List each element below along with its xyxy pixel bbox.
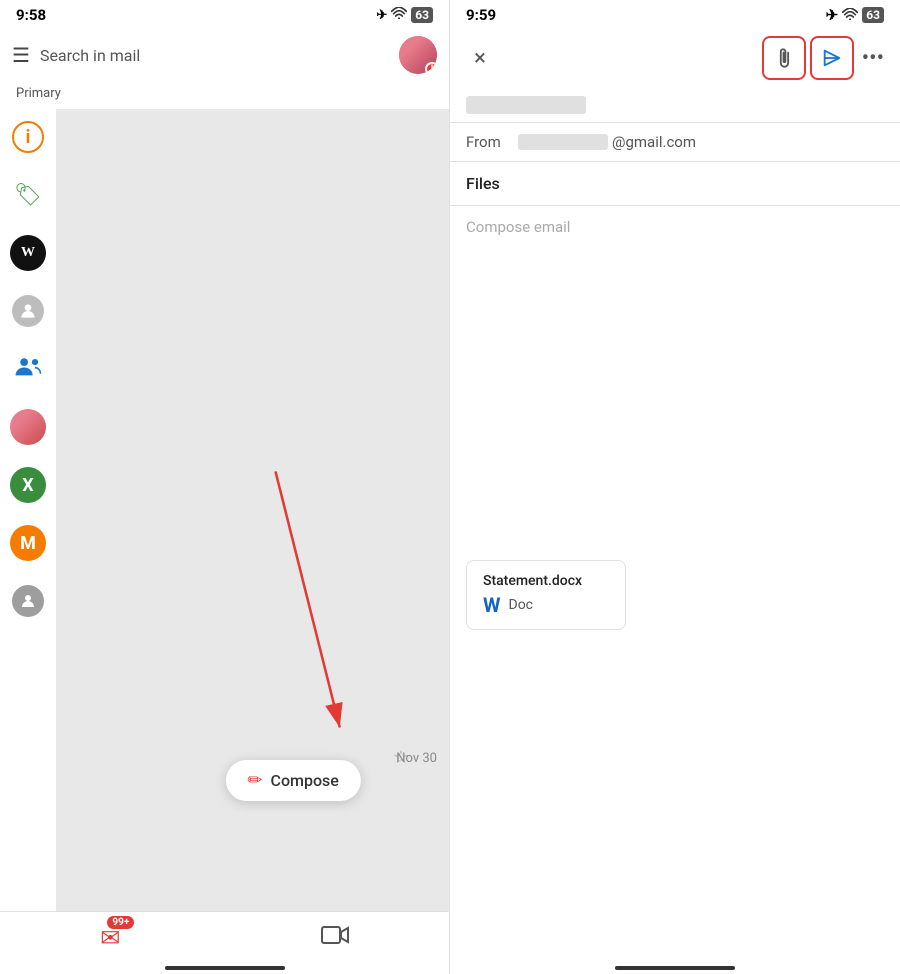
m-icon: M [10, 525, 46, 561]
avatar-left[interactable]: ! [399, 36, 437, 74]
from-label: From [466, 133, 506, 151]
people-icon [14, 355, 42, 383]
airplane-icon-right: ✈ [826, 6, 839, 24]
compose-label: Compose [271, 771, 339, 790]
word-icon: W [483, 593, 501, 617]
sidebar-item-tag[interactable]: 🏷 [8, 175, 48, 215]
more-button[interactable]: ••• [858, 46, 888, 71]
close-button[interactable]: × [462, 46, 498, 71]
sidebar-item-people[interactable] [8, 349, 48, 389]
mail-icon-container: ✉ 99+ [100, 924, 120, 952]
video-nav-item[interactable] [321, 924, 349, 952]
sidebar-item-x[interactable]: X [8, 465, 48, 505]
info-icon: i [12, 121, 44, 153]
airplane-icon-left: ✈ [376, 8, 387, 23]
bottom-nav: ✉ 99+ [0, 911, 449, 960]
email-list-area: i 🏷 W X [0, 109, 449, 911]
x-icon: X [10, 467, 46, 503]
video-icon [321, 924, 349, 952]
status-time-right: 9:59 [466, 6, 496, 24]
home-indicator-left [165, 966, 285, 970]
attachment-type-row: W Doc [483, 593, 609, 617]
right-panel: 9:59 ✈ 63 × ••• From @gmail.com [450, 0, 900, 974]
tag-icon: 🏷 [14, 183, 42, 208]
status-icons-right: ✈ 63 [826, 6, 884, 24]
compose-header: × ••• [450, 28, 900, 88]
sidebar-item-person-gray[interactable] [8, 581, 48, 621]
person-gray-icon [12, 585, 44, 617]
sidebar-icons: i 🏷 W X [0, 109, 56, 911]
from-email-username [518, 134, 608, 150]
pencil-icon: ✏ [247, 770, 262, 791]
colored-avatar-icon [10, 409, 46, 445]
home-indicator-right [615, 966, 735, 970]
files-row: Files [450, 162, 900, 206]
search-input[interactable]: Search in mail [40, 46, 389, 65]
primary-label: Primary [0, 82, 449, 109]
sidebar-item-wp[interactable]: W [8, 233, 48, 273]
mail-nav-item[interactable]: ✉ 99+ [100, 924, 120, 952]
wifi-icon-left [391, 7, 407, 23]
compose-body[interactable]: Compose email [450, 206, 900, 544]
email-thumbnail[interactable]: ✏ Compose ☆ Nov 30 [56, 109, 449, 911]
avatar-error-badge: ! [425, 62, 437, 74]
status-bar-left: 9:58 ✈ 63 [0, 0, 449, 28]
search-bar[interactable]: ☰ Search in mail ! [0, 28, 449, 82]
compose-email-placeholder: Compose email [466, 218, 570, 236]
from-email-domain: @gmail.com [612, 133, 696, 151]
header-actions: ••• [762, 36, 888, 80]
send-button[interactable] [810, 36, 854, 80]
wifi-icon-right [842, 6, 858, 24]
to-field[interactable] [450, 88, 900, 123]
hamburger-icon[interactable]: ☰ [12, 43, 30, 67]
to-placeholder [466, 96, 586, 114]
compose-button[interactable]: ✏ Compose [225, 760, 360, 801]
wp-icon: W [10, 235, 46, 271]
sidebar-item-person[interactable] [8, 291, 48, 331]
email-date: Nov 30 [396, 751, 437, 766]
files-label: Files [466, 174, 500, 193]
attachment-type: Doc [509, 597, 534, 613]
left-panel: 9:58 ✈ 63 ☰ Search in mail ! Primary i 🏷 [0, 0, 450, 974]
spacer [450, 646, 900, 960]
attach-button[interactable] [762, 36, 806, 80]
battery-icon-left: 63 [411, 7, 433, 23]
mail-badge: 99+ [107, 916, 134, 929]
battery-icon-right: 63 [862, 7, 884, 23]
person-icon [12, 295, 44, 327]
sidebar-item-m[interactable]: M [8, 523, 48, 563]
attachment-name: Statement.docx [483, 573, 609, 589]
sidebar-item-avatar-colored[interactable] [8, 407, 48, 447]
status-time-left: 9:58 [16, 6, 46, 24]
sidebar-item-info[interactable]: i [8, 117, 48, 157]
attachment-card[interactable]: Statement.docx W Doc [466, 560, 626, 630]
status-icons-left: ✈ 63 [376, 7, 433, 23]
from-email: @gmail.com [518, 133, 696, 151]
from-row: From @gmail.com [450, 123, 900, 162]
status-bar-right: 9:59 ✈ 63 [450, 0, 900, 28]
